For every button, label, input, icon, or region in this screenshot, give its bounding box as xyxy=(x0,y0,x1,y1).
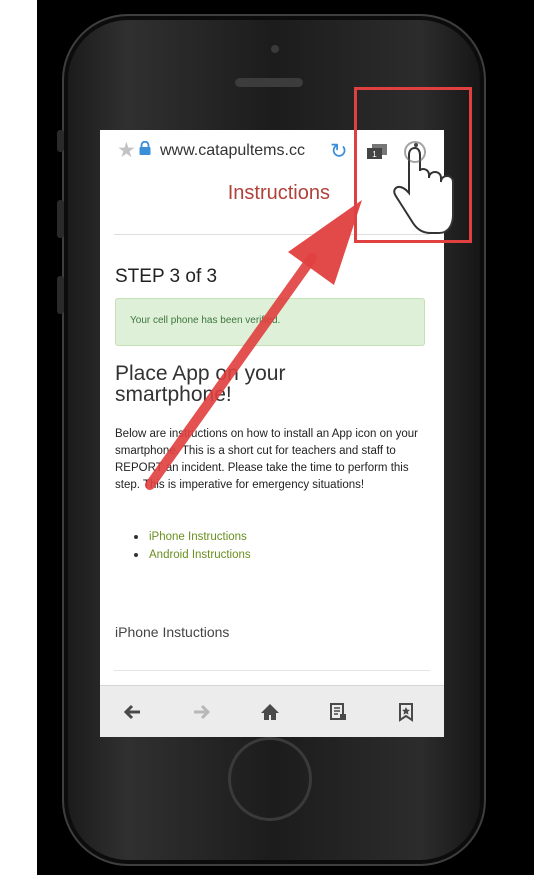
front-camera xyxy=(271,45,279,53)
iphone-instructions-heading: iPhone Instuctions xyxy=(115,624,230,640)
iphone-instructions-link[interactable]: iPhone Instructions xyxy=(134,528,251,546)
browser-bottom-bar xyxy=(100,685,444,737)
verified-alert: Your cell phone has been verified. xyxy=(115,298,425,346)
url-text[interactable]: www.catapultems.cc xyxy=(160,142,305,160)
mute-switch xyxy=(57,130,64,152)
star-icon[interactable]: ★ xyxy=(117,138,136,163)
forward-arrow-icon[interactable] xyxy=(192,702,212,722)
bookmark-icon[interactable] xyxy=(396,702,416,722)
reload-icon[interactable]: ↻ xyxy=(330,139,348,164)
volume-up-button xyxy=(57,200,64,238)
instructions-paragraph: Below are instructions on how to install… xyxy=(115,428,419,491)
reader-icon[interactable] xyxy=(328,702,348,722)
back-arrow-icon[interactable] xyxy=(122,702,142,722)
step-title: STEP 3 of 3 xyxy=(115,266,218,287)
volume-down-button xyxy=(57,276,64,314)
lock-icon xyxy=(139,141,151,155)
section-title: Place App on your smartphone! xyxy=(115,362,286,406)
tap-hand-icon xyxy=(393,141,454,234)
home-icon[interactable] xyxy=(260,702,280,722)
instruction-links: iPhone Instructions Android Instructions xyxy=(134,528,251,564)
divider xyxy=(114,670,430,671)
earpiece-speaker xyxy=(235,78,303,87)
home-button[interactable] xyxy=(228,737,312,821)
android-instructions-link[interactable]: Android Instructions xyxy=(134,546,251,564)
